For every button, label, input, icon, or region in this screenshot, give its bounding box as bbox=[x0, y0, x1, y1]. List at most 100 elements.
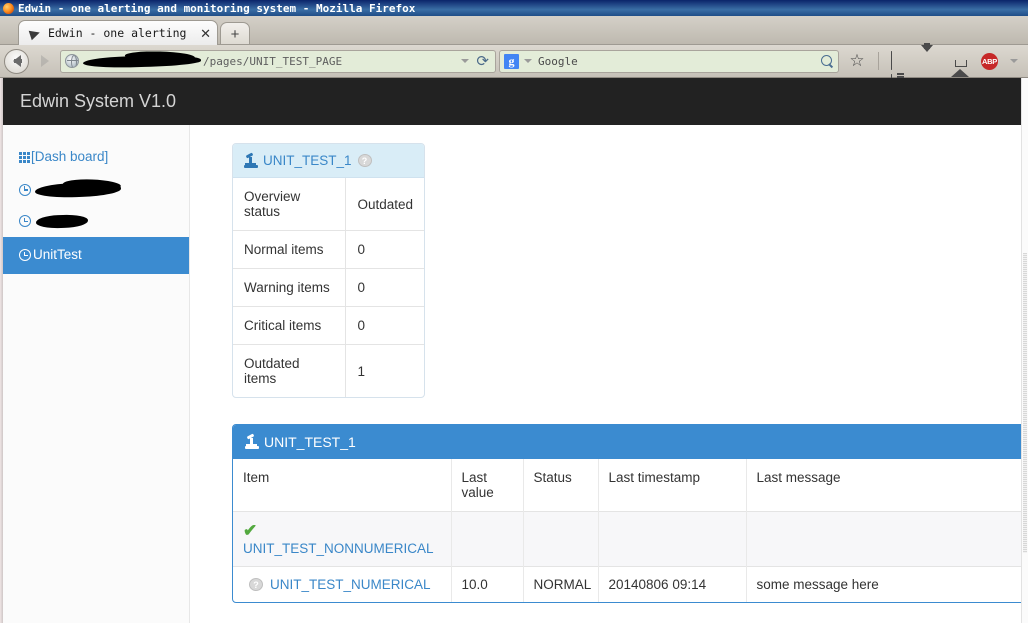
globe-icon[interactable] bbox=[65, 54, 79, 68]
items-table: Item Last value Status Last timestamp La… bbox=[233, 459, 1027, 602]
cell-last-message bbox=[746, 511, 1027, 567]
column-header-last-message: Last message bbox=[746, 459, 1027, 512]
overview-value: 1 bbox=[345, 344, 424, 397]
overview-panel-title[interactable]: UNIT_TEST_1 bbox=[263, 153, 352, 168]
cell-last-timestamp: 20140806 09:14 bbox=[598, 566, 747, 602]
window-title: Edwin - one alerting and monitoring syst… bbox=[18, 1, 416, 15]
page-scrollbar-thumb[interactable] bbox=[1023, 253, 1027, 553]
sidebar-item-redacted-2[interactable] bbox=[3, 206, 189, 237]
overview-key: Normal items bbox=[233, 230, 347, 269]
app-body: [Dash board] UnitTest UNIT_TEST_1 ? Over… bbox=[3, 125, 1028, 623]
bookmark-star-button[interactable]: ☆ bbox=[848, 52, 866, 70]
overview-value: Outdated bbox=[357, 196, 413, 212]
tab-favicon-icon bbox=[29, 27, 42, 40]
search-engine-chevron-icon[interactable] bbox=[524, 59, 532, 63]
sidebar: [Dash board] UnitTest bbox=[3, 125, 190, 623]
sidebar-item-unittest[interactable]: UnitTest bbox=[3, 236, 189, 274]
items-panel: UNIT_TEST_1 Item Last value Status Last … bbox=[232, 424, 1028, 603]
forward-button[interactable] bbox=[32, 49, 57, 74]
table-row: Critical items 0 bbox=[233, 306, 424, 345]
browser-title-bar: Edwin - one alerting and monitoring syst… bbox=[0, 0, 1028, 16]
back-button[interactable] bbox=[4, 48, 29, 74]
url-address-bar[interactable]: /pages/UNIT_TEST_PAGE ⟳ bbox=[60, 49, 496, 73]
cell-last-timestamp bbox=[598, 511, 747, 567]
search-bar[interactable]: g Google bbox=[499, 49, 839, 73]
overview-value: 0 bbox=[345, 306, 424, 345]
column-header-last-timestamp: Last timestamp bbox=[598, 459, 747, 512]
overview-key: Warning items bbox=[233, 268, 347, 307]
items-panel-title: UNIT_TEST_1 bbox=[264, 434, 356, 450]
table-row: ? UNIT_TEST_NUMERICAL 10.0 NORMAL 201408… bbox=[233, 566, 1027, 602]
column-header-status: Status bbox=[523, 459, 599, 512]
overview-value: 0 bbox=[345, 268, 424, 307]
table-header-row: Item Last value Status Last timestamp La… bbox=[233, 459, 1027, 512]
sidebar-item-label: UnitTest bbox=[33, 246, 82, 262]
question-badge-icon: ? bbox=[249, 578, 263, 591]
redacted-label bbox=[35, 213, 89, 229]
microscope-icon bbox=[245, 433, 259, 449]
cell-item: ✔ UNIT_TEST_NONNUMERICAL bbox=[233, 511, 452, 567]
url-path-text: /pages/UNIT_TEST_PAGE bbox=[203, 54, 343, 68]
clock-icon bbox=[19, 183, 31, 196]
item-link[interactable]: UNIT_TEST_NONNUMERICAL bbox=[243, 541, 434, 556]
green-check-icon: ✔ bbox=[243, 521, 258, 540]
sidebar-item-label: [Dash board] bbox=[31, 149, 109, 164]
question-badge-icon[interactable]: ? bbox=[357, 154, 372, 167]
microscope-icon bbox=[244, 152, 258, 168]
overview-panel-header: UNIT_TEST_1 ? bbox=[233, 144, 424, 178]
grid-icon bbox=[19, 151, 30, 163]
search-icon[interactable] bbox=[821, 54, 834, 68]
toolbar-icon-group: ☆ ABP bbox=[842, 45, 1024, 93]
overview-panel: UNIT_TEST_1 ? Overview status Outdated N… bbox=[232, 143, 425, 398]
table-row: Outdated items 1 bbox=[233, 344, 424, 397]
google-icon[interactable]: g bbox=[504, 53, 519, 69]
cell-last-message: some message here bbox=[746, 566, 1027, 602]
overview-value: 0 bbox=[345, 230, 424, 269]
overview-key: Critical items bbox=[233, 306, 347, 345]
sidebar-item-redacted-1[interactable] bbox=[3, 174, 189, 206]
overview-table: Overview status Outdated Normal items 0 … bbox=[233, 178, 424, 397]
browser-tab[interactable]: Edwin - one alerting an⋯ ✕ bbox=[18, 20, 218, 45]
clock-icon bbox=[19, 215, 31, 228]
redacted-label bbox=[34, 181, 122, 199]
table-row: ✔ UNIT_TEST_NONNUMERICAL bbox=[233, 511, 1027, 567]
column-header-item: Item bbox=[233, 459, 452, 512]
table-row: Overview status Outdated bbox=[233, 178, 424, 231]
sidebar-item-dashboard[interactable]: [Dash board] bbox=[3, 141, 189, 174]
tab-title: Edwin - one alerting an⋯ bbox=[48, 26, 193, 40]
app-header: Edwin System V1.0 bbox=[3, 78, 1028, 125]
table-row: Normal items 0 bbox=[233, 230, 424, 269]
toolbar-divider bbox=[878, 52, 879, 70]
cell-item: ? UNIT_TEST_NUMERICAL bbox=[233, 566, 452, 602]
app-brand-title: Edwin System V1.0 bbox=[20, 91, 177, 111]
table-row: Warning items 0 bbox=[233, 268, 424, 307]
redacted-domain bbox=[82, 53, 202, 69]
page-scrollbar[interactable] bbox=[1021, 78, 1028, 623]
cell-last-value: 10.0 bbox=[451, 566, 524, 602]
page-viewport: Edwin System V1.0 [Dash board] UnitTest bbox=[0, 78, 1028, 623]
reading-list-button[interactable] bbox=[891, 51, 909, 93]
cell-status: NORMAL bbox=[523, 566, 599, 602]
downloads-button[interactable] bbox=[921, 45, 939, 70]
chevron-down-icon[interactable] bbox=[461, 59, 470, 63]
cell-last-value bbox=[451, 511, 524, 567]
overview-key: Overview status bbox=[233, 178, 347, 231]
tab-strip: Edwin - one alerting an⋯ ✕ + bbox=[0, 16, 1028, 45]
cell-status bbox=[523, 511, 599, 567]
tab-close-icon[interactable]: ✕ bbox=[200, 27, 211, 40]
reload-icon[interactable]: ⟳ bbox=[476, 54, 489, 69]
adblock-chevron-icon[interactable] bbox=[1010, 59, 1018, 63]
main-content: UNIT_TEST_1 ? Overview status Outdated N… bbox=[190, 125, 1028, 623]
overview-key: Outdated items bbox=[233, 344, 347, 397]
adblock-plus-button[interactable]: ABP bbox=[981, 52, 998, 70]
clock-icon bbox=[19, 249, 31, 262]
browser-nav-toolbar: /pages/UNIT_TEST_PAGE ⟳ g Google ☆ ABP bbox=[0, 45, 1028, 93]
search-engine-label: Google bbox=[538, 54, 578, 68]
new-tab-button[interactable]: + bbox=[220, 22, 250, 45]
back-arrow-icon bbox=[12, 55, 22, 67]
item-link[interactable]: UNIT_TEST_NUMERICAL bbox=[270, 577, 431, 592]
home-button[interactable] bbox=[951, 52, 969, 77]
forward-arrow-icon bbox=[40, 55, 49, 67]
column-header-last-value: Last value bbox=[451, 459, 524, 512]
firefox-logo-icon bbox=[3, 2, 14, 14]
